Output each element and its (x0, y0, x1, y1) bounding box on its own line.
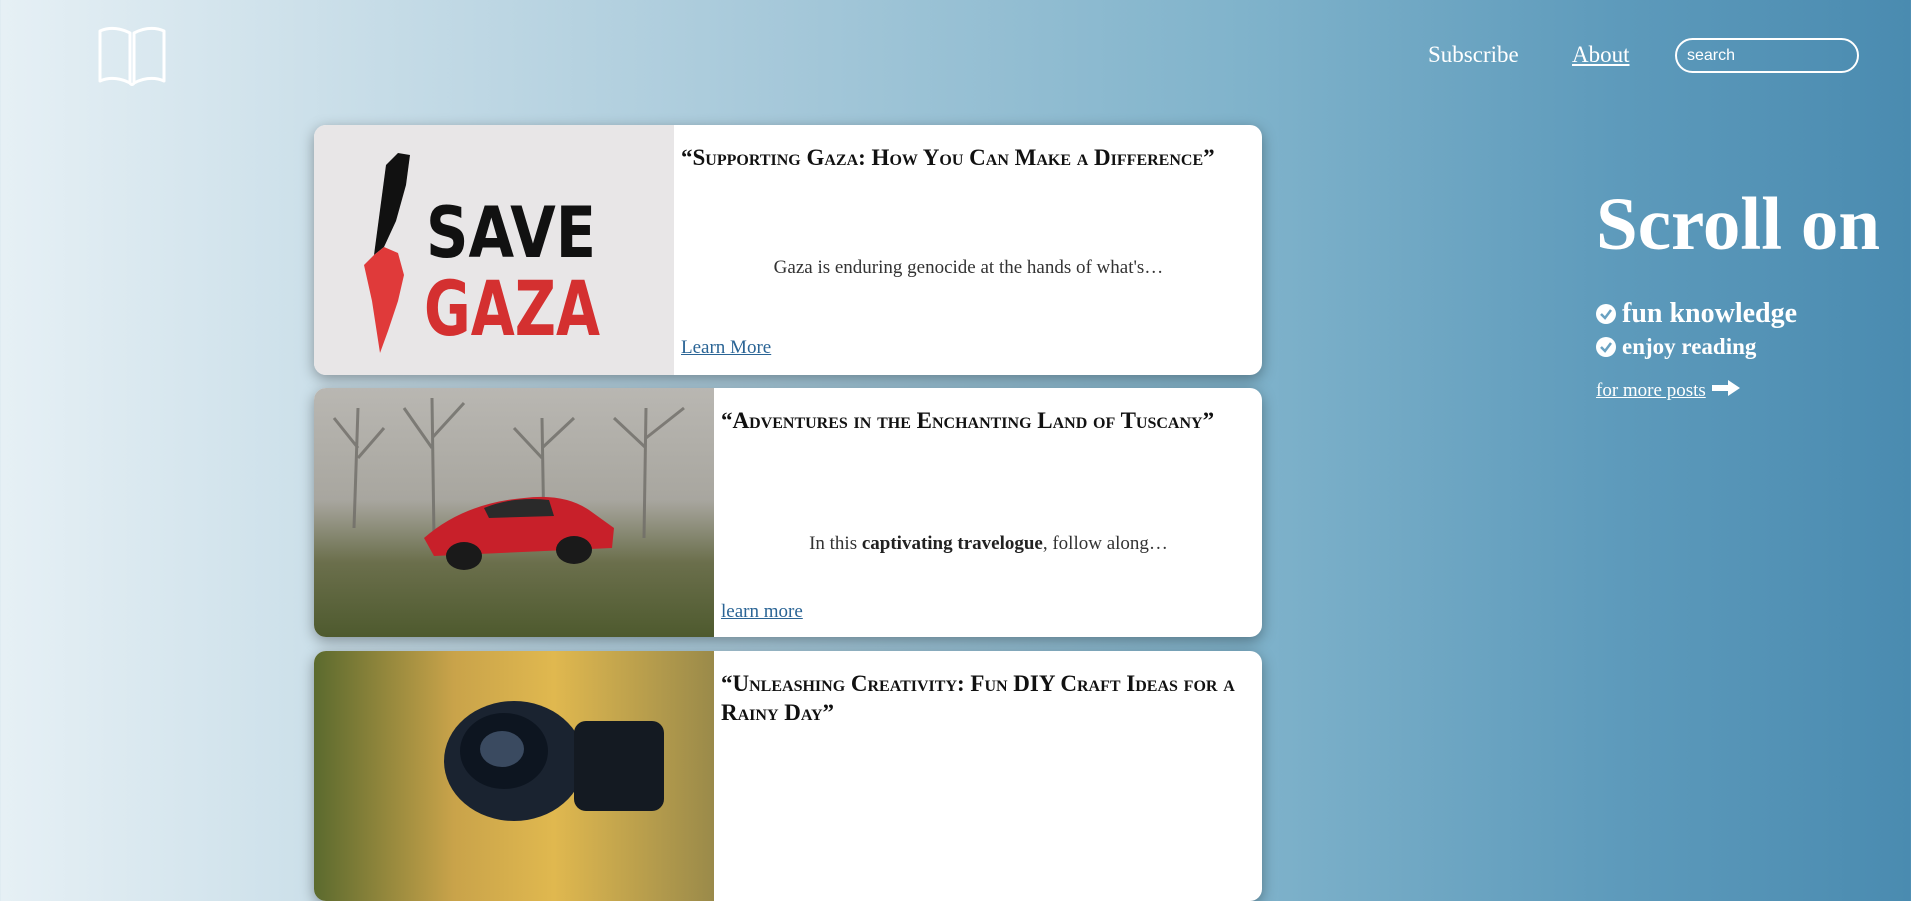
feature-item: enjoy reading (1596, 334, 1880, 360)
svg-text:SAVE: SAVE (426, 192, 596, 274)
feature-item: fun knowledge (1596, 298, 1880, 330)
arrow-right-icon (1706, 378, 1742, 404)
header: Subscribe About (0, 0, 1911, 124)
check-circle-icon (1596, 304, 1616, 324)
excerpt-emphasis: captivating travelogue (861, 533, 1043, 554)
camera-photo (444, 701, 664, 821)
more-posts-link[interactable]: for more posts (1596, 378, 1742, 404)
svg-text:GAZA: GAZA (424, 264, 600, 353)
sidebar-title: Scroll on (1596, 183, 1881, 266)
red-car-photo (332, 397, 685, 570)
post-excerpt: In this captivating travelogue, follow a… (715, 533, 1262, 555)
post-content: “Unleashing Creativity: Fun DIY Craft Id… (715, 651, 1262, 901)
post-title: “Adventures in the Enchanting Land of Tu… (721, 408, 1215, 433)
post-content: “Supporting Gaza: How You Can Make a Dif… (675, 125, 1262, 375)
post-content: “Adventures in the Enchanting Land of Tu… (715, 388, 1262, 637)
search-input[interactable] (1685, 45, 1849, 66)
check-circle-icon (1596, 337, 1616, 357)
post-title: “Unleashing Creativity: Fun DIY Craft Id… (721, 671, 1235, 725)
feature-label: fun knowledge (1622, 298, 1798, 329)
nav-about-link[interactable]: About (1572, 42, 1630, 68)
learn-more-link[interactable]: Learn More (681, 337, 771, 359)
open-book-icon[interactable] (96, 23, 168, 89)
post-image: SAVE GAZA (314, 125, 674, 375)
nav-subscribe-link[interactable]: Subscribe (1428, 42, 1519, 68)
post-title: “Supporting Gaza: How You Can Make a Dif… (681, 145, 1215, 170)
post-image (314, 651, 714, 901)
more-posts-label: for more posts (1596, 380, 1706, 401)
learn-more-link[interactable]: learn more (721, 601, 803, 623)
post-card: “Unleashing Creativity: Fun DIY Craft Id… (314, 651, 1262, 901)
post-excerpt: Gaza is enduring genocide at the hands o… (773, 257, 1164, 278)
excerpt-text: In this (809, 533, 862, 554)
post-image (314, 388, 714, 637)
post-card: “Adventures in the Enchanting Land of Tu… (314, 388, 1262, 637)
post-card: SAVE GAZA “Supporting Gaza: How You Can … (314, 125, 1262, 375)
feature-label: enjoy reading (1622, 334, 1757, 359)
save-gaza-logo: SAVE GAZA (364, 153, 600, 353)
sidebar: Scroll on fun knowledge enjoy reading fo… (1596, 180, 1880, 404)
search-box[interactable] (1675, 38, 1859, 73)
excerpt-text: , follow along… (1042, 533, 1168, 554)
